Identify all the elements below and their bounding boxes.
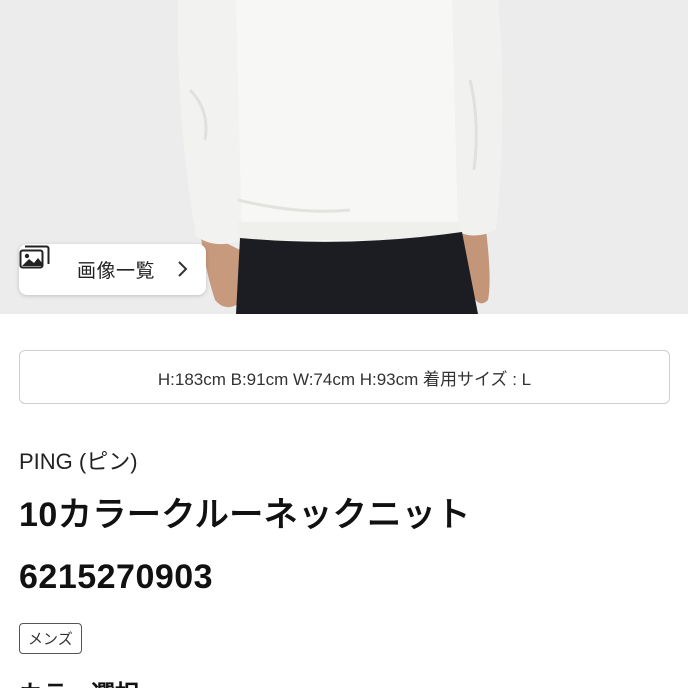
image-gallery-label: 画像一覧 (77, 260, 156, 282)
product-image[interactable]: 画像一覧 (0, 0, 688, 314)
image-gallery-button[interactable]: 画像一覧 (19, 244, 206, 295)
chevron-right-icon (176, 260, 188, 278)
product-title: 10カラークルーネックニット 6215270903 (19, 496, 471, 596)
model-size-info: H:183cm B:91cm W:74cm H:93cm 着用サイズ : L (19, 350, 670, 404)
image-gallery-icon (19, 245, 69, 284)
gender-tag-label: メンズ (28, 630, 73, 648)
color-selection-heading: カラー選択 (19, 674, 139, 688)
brand-link[interactable]: PING (ピン) (19, 444, 138, 476)
model-size-text: H:183cm B:91cm W:74cm H:93cm 着用サイズ : L (157, 369, 532, 389)
gender-tag: メンズ (19, 623, 82, 654)
